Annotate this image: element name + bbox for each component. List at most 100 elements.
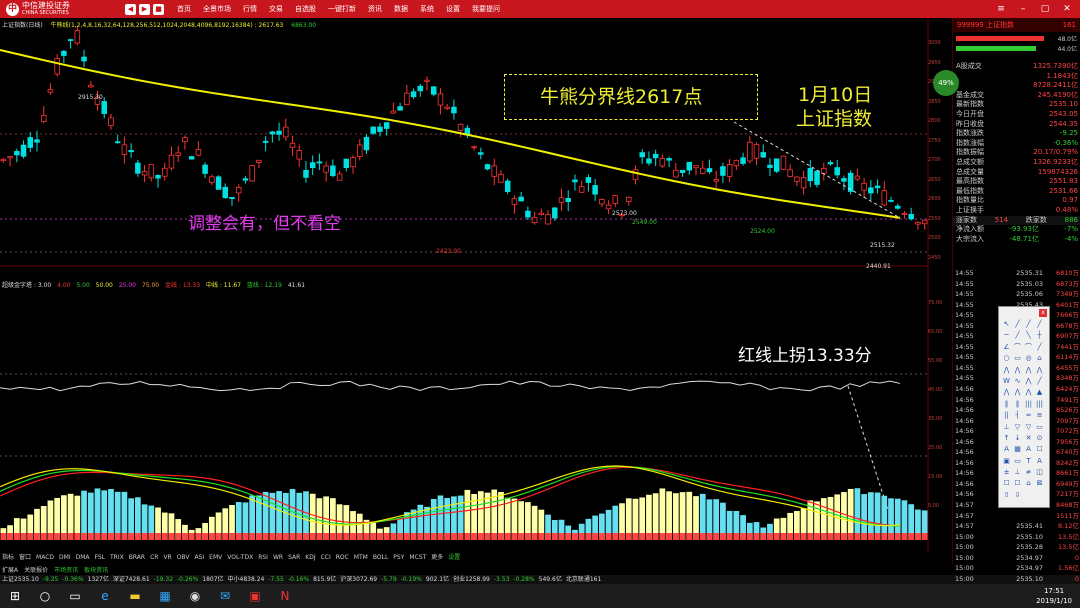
draw-tool-53[interactable]: ⊥ [1012,467,1023,478]
indicator-tab-5[interactable]: FSL [95,553,106,562]
draw-tool-47[interactable]: ☐ [1034,444,1045,455]
draw-tool-4[interactable]: ─ [1001,330,1012,341]
menu-item-5[interactable]: 一键打新 [328,0,356,18]
draw-tool-34[interactable]: ═ [1023,410,1034,421]
draw-tool-12[interactable]: ○ [1001,353,1012,364]
indicator-tab-7[interactable]: BRAR [129,553,145,562]
draw-tool-51[interactable]: A [1034,456,1045,467]
draw-tool-22[interactable]: ⋀ [1023,376,1034,387]
menu-item-7[interactable]: 数据 [394,0,408,18]
draw-tool-46[interactable]: A [1023,444,1034,455]
draw-tool-60[interactable]: ⇧ [1001,490,1012,501]
draw-tool-30[interactable]: ||| [1023,399,1034,410]
indicator-tab-3[interactable]: DMI [59,553,71,562]
draw-tool-55[interactable]: ◫ [1034,467,1045,478]
palette-close-icon[interactable]: x [1039,309,1047,317]
indicator-tab-9[interactable]: VR [163,553,171,562]
indicator-tab-17[interactable]: KDJ [305,553,315,562]
chrome-icon[interactable]: ◉ [184,585,206,607]
indicator-tab-0[interactable]: 指标 [2,553,14,562]
info-tab-3[interactable]: 板块资讯 [84,566,108,575]
draw-tool-54[interactable]: ≠ [1023,467,1034,478]
indicator-tab-6[interactable]: TRIX [110,553,124,562]
info-tab-2[interactable]: 市场资讯 [54,566,78,575]
task-view-icon[interactable]: ▭ [64,585,86,607]
draw-tool-45[interactable]: ▦ [1012,444,1023,455]
folder-icon[interactable]: ▬ [124,585,146,607]
draw-tool-56[interactable]: ☐ [1001,478,1012,489]
draw-tool-13[interactable]: ▭ [1012,353,1023,364]
draw-tool-11[interactable]: ╱ [1034,342,1045,353]
nav-back-icon[interactable]: ◀ [125,3,136,15]
draw-tool-0[interactable]: ↖ [1001,319,1012,330]
draw-tool-48[interactable]: ▣ [1001,456,1012,467]
indicator-tab-20[interactable]: MTM [354,553,368,562]
home-icon[interactable]: ■ [153,3,164,15]
menu-item-6[interactable]: 资讯 [368,0,382,18]
draw-tool-24[interactable]: ⋀ [1001,387,1012,398]
draw-tool-32[interactable]: || [1001,410,1012,421]
indicator-tab-24[interactable]: 更多 [431,553,443,562]
draw-tool-33[interactable]: ┤ [1012,410,1023,421]
draw-tool-2[interactable]: ╱ [1023,319,1034,330]
draw-tool-15[interactable]: ⌂ [1034,353,1045,364]
draw-tool-26[interactable]: ⋀ [1023,387,1034,398]
draw-tool-36[interactable]: ⊥ [1001,422,1012,433]
draw-tool-7[interactable]: ┼ [1034,330,1045,341]
draw-tool-43[interactable]: ⊙ [1034,433,1045,444]
close-icon[interactable]: ✕ [1056,0,1078,18]
indicator-tab-15[interactable]: WR [273,553,283,562]
store-icon[interactable]: ▦ [154,585,176,607]
indicator-tab-4[interactable]: DMA [76,553,90,562]
indicator-tab-13[interactable]: VOL-TDX [227,553,253,562]
nav-forward-icon[interactable]: ▶ [139,3,150,15]
chart-area[interactable]: 上证指数(日线) 牛熊线(1,2,4,8,16,32,64,128,256,51… [0,18,952,564]
draw-tool-23[interactable]: ╱ [1034,376,1045,387]
draw-tool-38[interactable]: ▽ [1023,422,1034,433]
draw-tool-42[interactable]: ✕ [1023,433,1034,444]
menu-item-2[interactable]: 行情 [243,0,257,18]
draw-tool-58[interactable]: ⌂ [1023,478,1034,489]
draw-tool-52[interactable]: ± [1001,467,1012,478]
draw-tool-21[interactable]: ∿ [1012,376,1023,387]
menu-item-3[interactable]: 交易 [269,0,283,18]
info-tab-0[interactable]: 扩展A [2,566,18,575]
menu-item-4[interactable]: 自选股 [295,0,316,18]
indicator-tab-2[interactable]: MACD [36,553,54,562]
draw-tool-57[interactable]: ☐ [1012,478,1023,489]
menu-item-9[interactable]: 设置 [446,0,460,18]
app-icon-1[interactable]: ▣ [244,585,266,607]
draw-tool-8[interactable]: ∠ [1001,342,1012,353]
menu-item-8[interactable]: 系统 [420,0,434,18]
draw-tool-61[interactable]: ⇩ [1012,490,1023,501]
draw-tool-10[interactable]: ⌒ [1023,342,1034,353]
indicator-tab-21[interactable]: BOLL [373,553,388,562]
draw-tool-44[interactable]: A [1001,444,1012,455]
indicator-tab-25[interactable]: 设置 [448,553,460,562]
draw-tool-5[interactable]: ╱ [1012,330,1023,341]
menu-item-10[interactable]: 我要提问 [472,0,500,18]
draw-tool-16[interactable]: ⋀ [1001,365,1012,376]
draw-tool-49[interactable]: ▭ [1012,456,1023,467]
draw-tool-18[interactable]: ⋀ [1023,365,1034,376]
draw-tool-6[interactable]: ╲ [1023,330,1034,341]
draw-tool-39[interactable]: ▭ [1034,422,1045,433]
draw-tool-28[interactable]: ∥ [1001,399,1012,410]
info-tab-1[interactable]: 关联报价 [24,566,48,575]
indicator-tab-19[interactable]: ROC [336,553,349,562]
system-clock[interactable]: 17:51 2019/1/10 [1036,586,1072,606]
menu-icon[interactable]: ≡ [990,0,1012,18]
indicator-tab-14[interactable]: RSI [258,553,268,562]
mail-icon[interactable]: ✉ [214,585,236,607]
indicator-tab-11[interactable]: ASI [194,553,204,562]
maximize-icon[interactable]: ▢ [1034,0,1056,18]
draw-tool-25[interactable]: ⋀ [1012,387,1023,398]
draw-tool-37[interactable]: ▽ [1012,422,1023,433]
indicator-tab-10[interactable]: OBV [177,553,190,562]
edge-icon[interactable]: e [94,585,116,607]
app-icon-2[interactable]: N [274,585,296,607]
indicator-tab-16[interactable]: SAR [288,553,300,562]
draw-tool-31[interactable]: ||| [1034,399,1045,410]
draw-tool-27[interactable]: ▲ [1034,387,1045,398]
draw-tool-35[interactable]: ≡ [1034,410,1045,421]
